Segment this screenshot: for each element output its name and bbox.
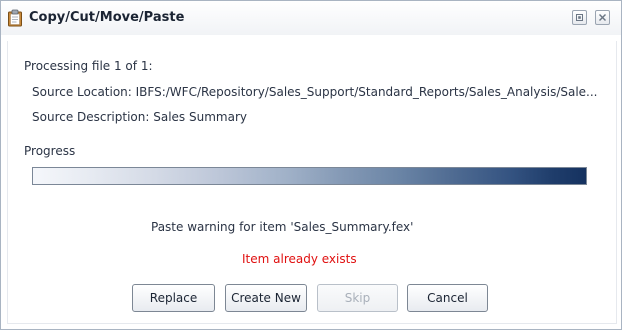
skip-button[interactable]: Skip [317, 284, 398, 312]
close-icon [599, 14, 606, 21]
progress-label: Progress [24, 144, 76, 158]
cancel-button[interactable]: Cancel [407, 284, 488, 312]
close-button[interactable] [595, 10, 610, 25]
copy-paste-dialog: Copy/Cut/Move/Paste Processing file 1 of… [0, 0, 622, 330]
source-location: Source Location: IBFS:/WFC/Repository/Sa… [32, 85, 598, 99]
create-new-button[interactable]: Create New [225, 284, 307, 312]
restore-button[interactable] [572, 10, 587, 25]
progress-fill [33, 168, 586, 184]
source-description: Source Description: Sales Summary [32, 110, 247, 124]
dialog-titlebar[interactable]: Copy/Cut/Move/Paste [1, 1, 621, 36]
processing-status: Processing file 1 of 1: [24, 59, 153, 73]
restore-icon [576, 14, 583, 21]
progress-bar [32, 167, 587, 185]
item-exists-error: Item already exists [242, 252, 357, 266]
clipboard-icon [7, 9, 23, 27]
dialog-title: Copy/Cut/Move/Paste [29, 10, 185, 25]
paste-warning: Paste warning for item 'Sales_Summary.fe… [151, 220, 414, 234]
replace-button[interactable]: Replace [132, 284, 215, 312]
